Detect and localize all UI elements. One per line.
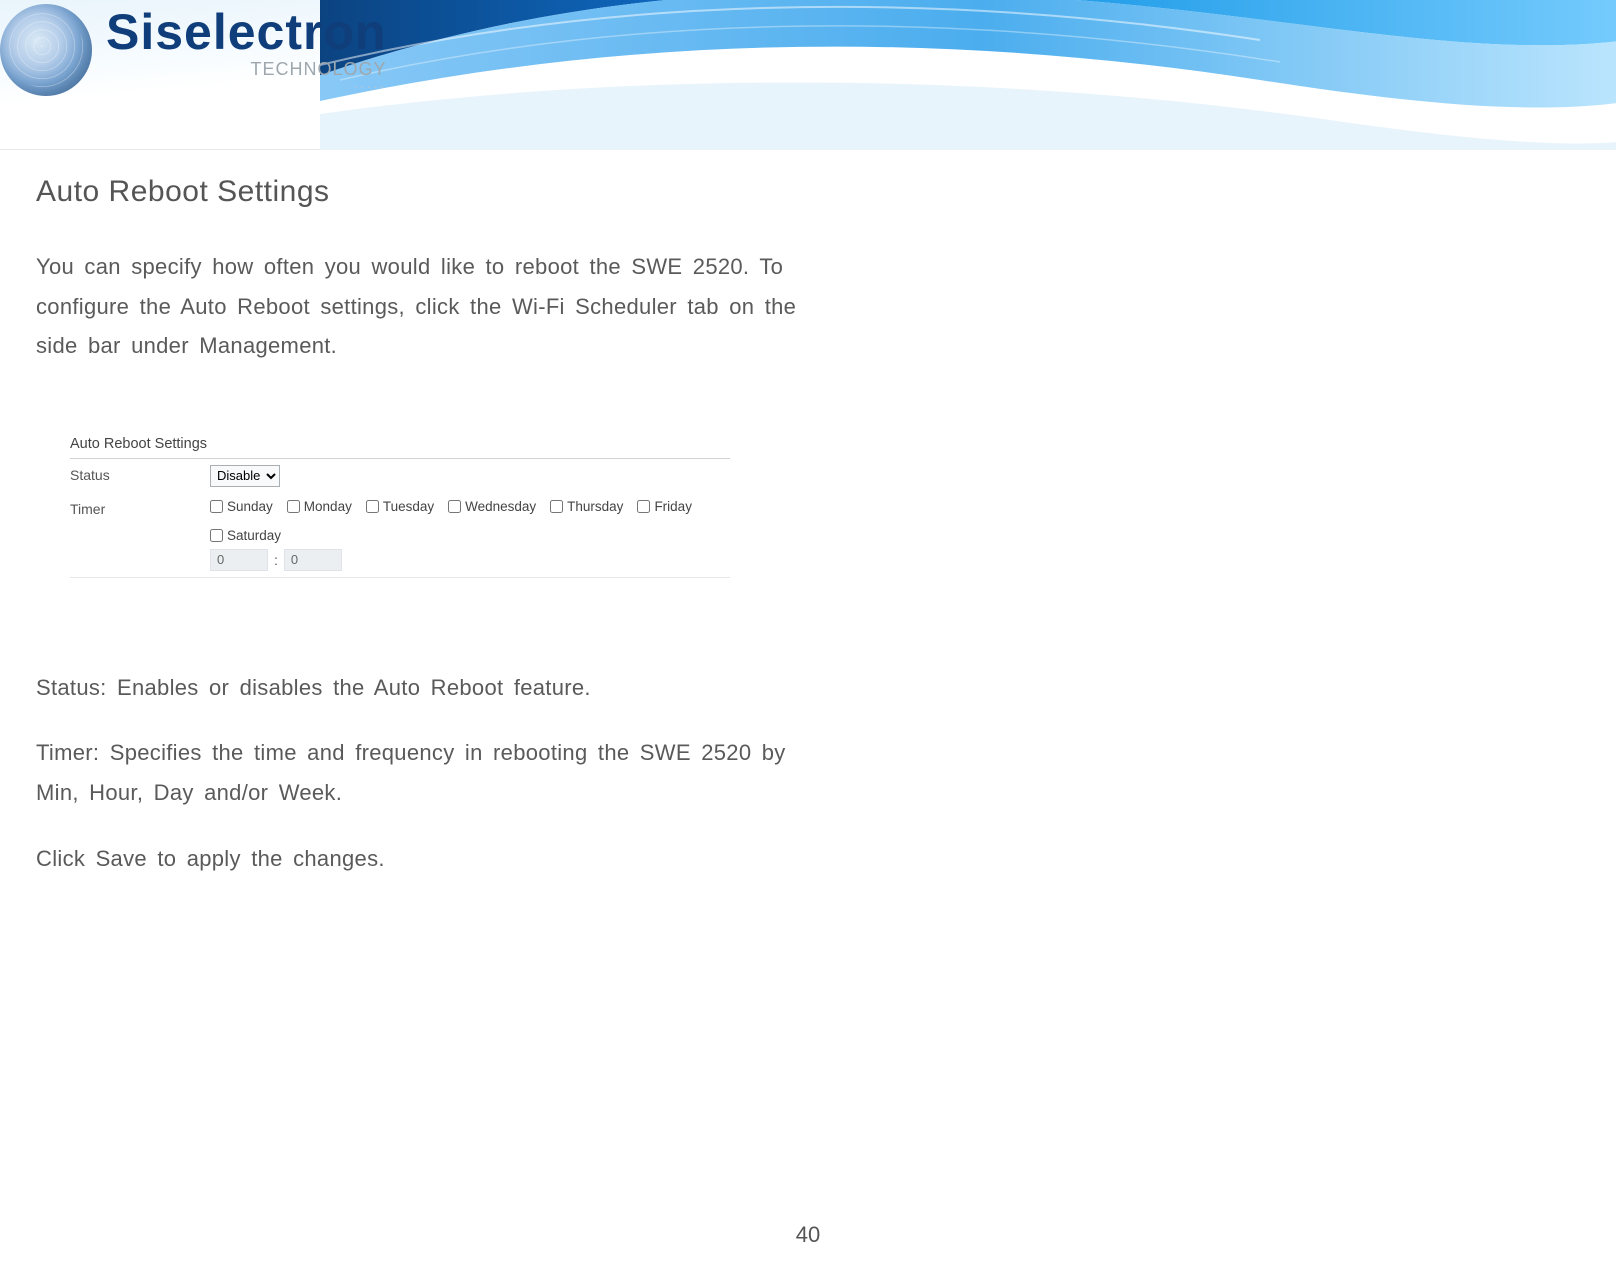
status-select[interactable]: Disable bbox=[210, 465, 280, 487]
header-swoosh-graphic bbox=[320, 0, 1616, 150]
globe-icon bbox=[0, 4, 92, 96]
brand-name: Siselectron bbox=[106, 7, 387, 57]
checkbox-sunday[interactable] bbox=[210, 500, 223, 513]
day-label: Sunday bbox=[227, 499, 273, 514]
intro-paragraph: You can specify how often you would like… bbox=[36, 247, 826, 366]
timer-label: Timer bbox=[70, 499, 210, 517]
minute-input[interactable] bbox=[284, 549, 342, 571]
day-tuesday[interactable]: Tuesday bbox=[366, 499, 434, 514]
day-saturday[interactable]: Saturday bbox=[210, 528, 281, 543]
day-label: Friday bbox=[654, 499, 692, 514]
checkbox-thursday[interactable] bbox=[550, 500, 563, 513]
day-label: Thursday bbox=[567, 499, 623, 514]
panel-title: Auto Reboot Settings bbox=[70, 436, 730, 452]
page-title: Auto Reboot Settings bbox=[36, 175, 826, 209]
day-thursday[interactable]: Thursday bbox=[550, 499, 623, 514]
checkbox-friday[interactable] bbox=[637, 500, 650, 513]
time-inputs: : bbox=[210, 549, 730, 571]
day-label: Tuesday bbox=[383, 499, 434, 514]
brand-subtitle: TECHNOLOGY bbox=[106, 59, 387, 80]
day-label: Saturday bbox=[227, 528, 281, 543]
save-description: Click Save to apply the changes. bbox=[36, 839, 826, 879]
timer-row: Timer Sunday Monday Tuesday Wednesday Th… bbox=[70, 493, 730, 577]
day-monday[interactable]: Monday bbox=[287, 499, 352, 514]
checkbox-saturday[interactable] bbox=[210, 529, 223, 542]
page-header: Siselectron TECHNOLOGY ····· bbox=[0, 0, 1616, 150]
hour-input[interactable] bbox=[210, 549, 268, 571]
checkbox-monday[interactable] bbox=[287, 500, 300, 513]
main-content: Auto Reboot Settings You can specify how… bbox=[36, 175, 826, 904]
brand-dots: ····· bbox=[106, 78, 387, 94]
days-group: Sunday Monday Tuesday Wednesday Thursday… bbox=[210, 499, 730, 543]
day-wednesday[interactable]: Wednesday bbox=[448, 499, 536, 514]
checkbox-wednesday[interactable] bbox=[448, 500, 461, 513]
page-number: 40 bbox=[0, 1222, 1616, 1248]
settings-panel: Auto Reboot Settings Status Disable Time… bbox=[70, 436, 730, 578]
day-label: Monday bbox=[304, 499, 352, 514]
brand-logo: Siselectron TECHNOLOGY ····· bbox=[0, 4, 387, 96]
day-label: Wednesday bbox=[465, 499, 536, 514]
checkbox-tuesday[interactable] bbox=[366, 500, 379, 513]
status-label: Status bbox=[70, 465, 210, 483]
day-friday[interactable]: Friday bbox=[637, 499, 692, 514]
time-colon: : bbox=[274, 552, 278, 568]
timer-description: Timer: Specifies the time and frequency … bbox=[36, 733, 826, 812]
status-description: Status: Enables or disables the Auto Reb… bbox=[36, 668, 826, 708]
status-row: Status Disable bbox=[70, 459, 730, 493]
day-sunday[interactable]: Sunday bbox=[210, 499, 273, 514]
